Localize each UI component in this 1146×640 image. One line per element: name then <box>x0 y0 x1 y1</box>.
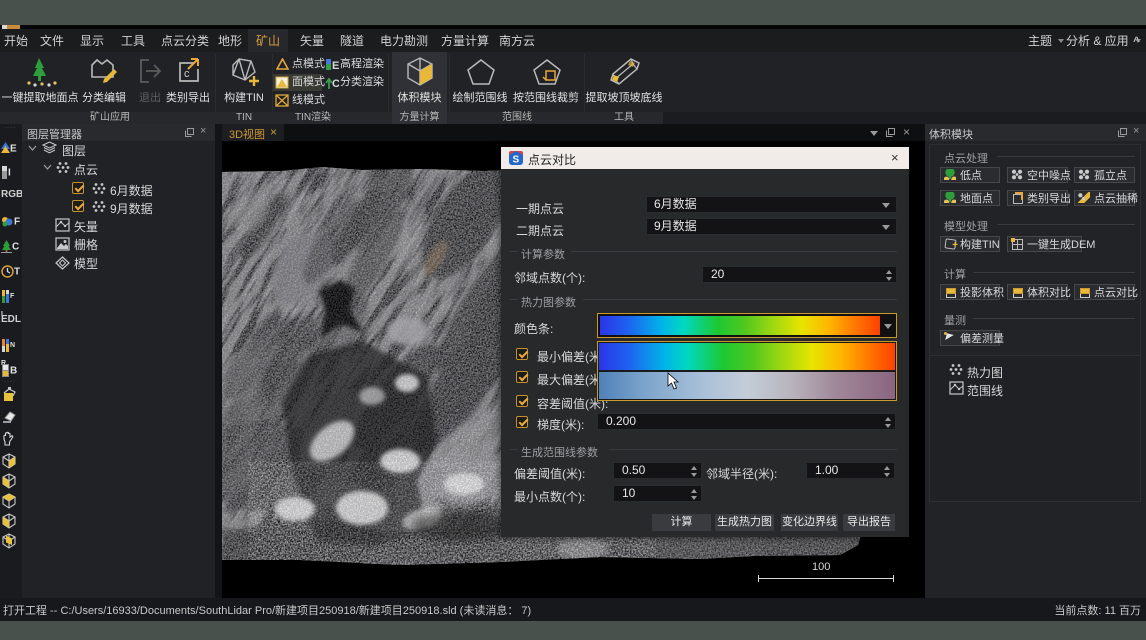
svg-text:c: c <box>184 68 190 80</box>
svg-text:S: S <box>513 155 520 166</box>
svg-text:C: C <box>332 78 339 89</box>
svg-text:E: E <box>332 60 339 71</box>
